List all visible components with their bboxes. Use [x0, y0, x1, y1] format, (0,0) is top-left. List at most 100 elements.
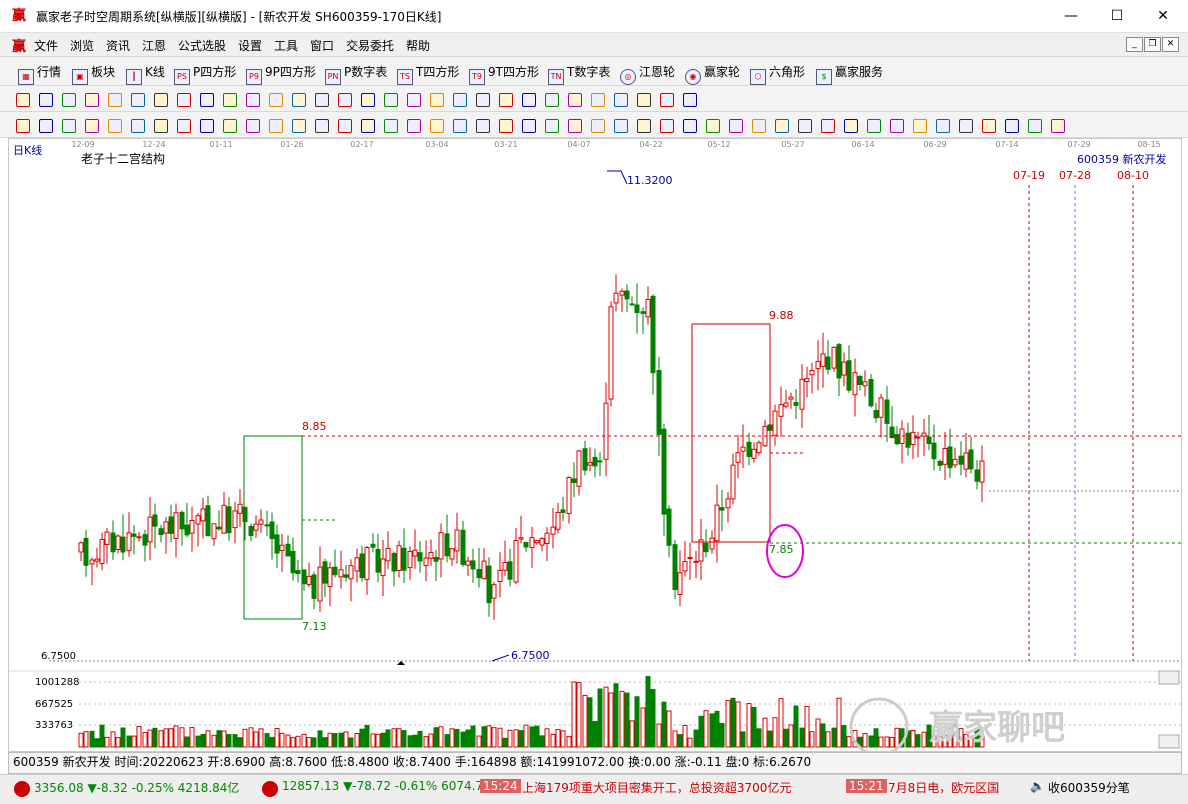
tb2-tool-13-icon[interactable] — [290, 91, 306, 107]
tb3-tool-34-icon[interactable] — [773, 117, 789, 133]
tb2-tool-14-icon[interactable] — [313, 91, 329, 107]
tb2-tool-19-icon[interactable] — [428, 91, 444, 107]
tb3-tool-15-icon[interactable] — [336, 117, 352, 133]
news-headline-1[interactable]: 上海179项重大项目密集开工，总投资超3700亿元 — [522, 779, 791, 796]
menu-help[interactable]: 帮助 — [406, 37, 430, 54]
tb3-tool-29-icon[interactable] — [658, 117, 674, 133]
tb2-tool-5-icon[interactable] — [106, 91, 122, 107]
tb3-tool-45-icon[interactable] — [1026, 117, 1042, 133]
tb3-tool-24-icon[interactable] — [543, 117, 559, 133]
tb2-tool-24-icon[interactable] — [543, 91, 559, 107]
tb2-tool-1-icon[interactable] — [14, 91, 30, 107]
tb3-tool-5-icon[interactable] — [106, 117, 122, 133]
tb2-tool-16-icon[interactable] — [359, 91, 375, 107]
tb3-tool-6-icon[interactable] — [129, 117, 145, 133]
tb2-tool-28-icon[interactable] — [635, 91, 651, 107]
kline-button[interactable]: ┃ K线 — [126, 63, 165, 85]
tb3-tool-27-icon[interactable] — [612, 117, 628, 133]
menu-info[interactable]: 资讯 — [106, 37, 130, 54]
sh-index-text[interactable]: 3356.08 ▼-8.32 -0.25% 4218.84亿 — [34, 779, 239, 796]
tb3-tool-3-icon[interactable] — [60, 117, 76, 133]
tb3-tool-33-icon[interactable] — [750, 117, 766, 133]
tb3-tool-2-icon[interactable] — [37, 117, 53, 133]
tb2-tool-20-icon[interactable] — [451, 91, 467, 107]
menu-browse[interactable]: 浏览 — [70, 37, 94, 54]
t-number-button[interactable]: TN T数字表 — [548, 63, 610, 85]
tb2-tool-12-icon[interactable] — [267, 91, 283, 107]
mdi-close-button[interactable]: ✕ — [1162, 37, 1179, 52]
tb3-tool-1-icon[interactable] — [14, 117, 30, 133]
tb3-tool-40-icon[interactable] — [911, 117, 927, 133]
tb3-tool-30-icon[interactable] — [681, 117, 697, 133]
menu-gann[interactable]: 江恩 — [142, 37, 166, 54]
p-square-button[interactable]: PS P四方形 — [174, 63, 236, 85]
tb3-tool-31-icon[interactable] — [704, 117, 720, 133]
menu-window[interactable]: 窗口 — [310, 37, 334, 54]
close-button[interactable]: ✕ — [1140, 0, 1186, 32]
tb2-tool-26-icon[interactable] — [589, 91, 605, 107]
menu-file[interactable]: 文件 — [34, 37, 58, 54]
menu-formula[interactable]: 公式选股 — [178, 37, 226, 54]
tb2-tool-3-icon[interactable] — [60, 91, 76, 107]
tb2-tool-6-icon[interactable] — [129, 91, 145, 107]
mdi-restore-button[interactable]: ❐ — [1144, 37, 1161, 52]
tb2-tool-15-icon[interactable] — [336, 91, 352, 107]
tb3-tool-46-icon[interactable] — [1049, 117, 1065, 133]
hexagon-button[interactable]: ⬡ 六角形 — [750, 63, 805, 85]
tb3-tool-35-icon[interactable] — [796, 117, 812, 133]
news-headline-2[interactable]: 7月8日电，欧元区国 — [888, 779, 999, 796]
tb2-tool-11-icon[interactable] — [244, 91, 260, 107]
9p-square-button[interactable]: P9 9P四方形 — [246, 63, 316, 85]
tb3-tool-4-icon[interactable] — [83, 117, 99, 133]
tb3-tool-42-icon[interactable] — [957, 117, 973, 133]
winner-wheel-button[interactable]: ◉ 赢家轮 — [685, 63, 740, 85]
sectors-button[interactable]: ▣ 板块 — [72, 63, 115, 85]
menu-tools[interactable]: 工具 — [274, 37, 298, 54]
tb3-tool-9-icon[interactable] — [198, 117, 214, 133]
tb3-tool-16-icon[interactable] — [359, 117, 375, 133]
sz-index-text[interactable]: 12857.13 ▼-78.72 -0.61% 6074.79 — [282, 779, 491, 793]
tb3-tool-43-icon[interactable] — [980, 117, 996, 133]
minimize-button[interactable]: — — [1048, 0, 1094, 32]
tb2-tool-22-icon[interactable] — [497, 91, 513, 107]
menu-trade[interactable]: 交易委托 — [346, 37, 394, 54]
tb3-tool-12-icon[interactable] — [267, 117, 283, 133]
tb3-tool-18-icon[interactable] — [405, 117, 421, 133]
tb2-tool-25-icon[interactable] — [566, 91, 582, 107]
tb2-tool-7-icon[interactable] — [152, 91, 168, 107]
tb3-tool-10-icon[interactable] — [221, 117, 237, 133]
tb3-tool-22-icon[interactable] — [497, 117, 513, 133]
tb2-tool-27-icon[interactable] — [612, 91, 628, 107]
tb3-tool-13-icon[interactable] — [290, 117, 306, 133]
kline-chart[interactable]: 日K线老子十二宫结构 600359 新农开发 12-09 12-24 01-11 01-2… — [9, 139, 1181, 757]
t-square-button[interactable]: TS T四方形 — [397, 63, 459, 85]
tb3-tool-41-icon[interactable] — [934, 117, 950, 133]
tb2-tool-30-icon[interactable] — [681, 91, 697, 107]
tb2-tool-10-icon[interactable] — [221, 91, 237, 107]
tb3-tool-11-icon[interactable] — [244, 117, 260, 133]
tb3-tool-26-icon[interactable] — [589, 117, 605, 133]
tb2-tool-8-icon[interactable] — [175, 91, 191, 107]
quotes-button[interactable]: ▦ 行情 — [18, 63, 61, 85]
tb3-tool-32-icon[interactable] — [727, 117, 743, 133]
tb3-tool-20-icon[interactable] — [451, 117, 467, 133]
tb3-tool-39-icon[interactable] — [888, 117, 904, 133]
tb3-tool-7-icon[interactable] — [152, 117, 168, 133]
tb2-tool-9-icon[interactable] — [198, 91, 214, 107]
tb2-tool-18-icon[interactable] — [405, 91, 421, 107]
tb3-tool-36-icon[interactable] — [819, 117, 835, 133]
tb2-tool-23-icon[interactable] — [520, 91, 536, 107]
kline-chart-panel[interactable]: 日K线 老子十二宫结构 600359 新农开发 12-09 12-24 01-11 01-2… — [8, 138, 1182, 757]
tb3-tool-37-icon[interactable] — [842, 117, 858, 133]
p-number-button[interactable]: PN P数字表 — [325, 63, 387, 85]
sound-icon[interactable]: 🔈 — [1030, 779, 1045, 793]
maximize-button[interactable]: ☐ — [1094, 0, 1140, 32]
tb3-tool-44-icon[interactable] — [1003, 117, 1019, 133]
tb3-tool-19-icon[interactable] — [428, 117, 444, 133]
tb2-tool-17-icon[interactable] — [382, 91, 398, 107]
menu-settings[interactable]: 设置 — [238, 37, 262, 54]
service-button[interactable]: $ 赢家服务 — [816, 63, 883, 85]
mdi-minimize-button[interactable]: _ — [1126, 37, 1143, 52]
tb2-tool-21-icon[interactable] — [474, 91, 490, 107]
tb2-tool-4-icon[interactable] — [83, 91, 99, 107]
